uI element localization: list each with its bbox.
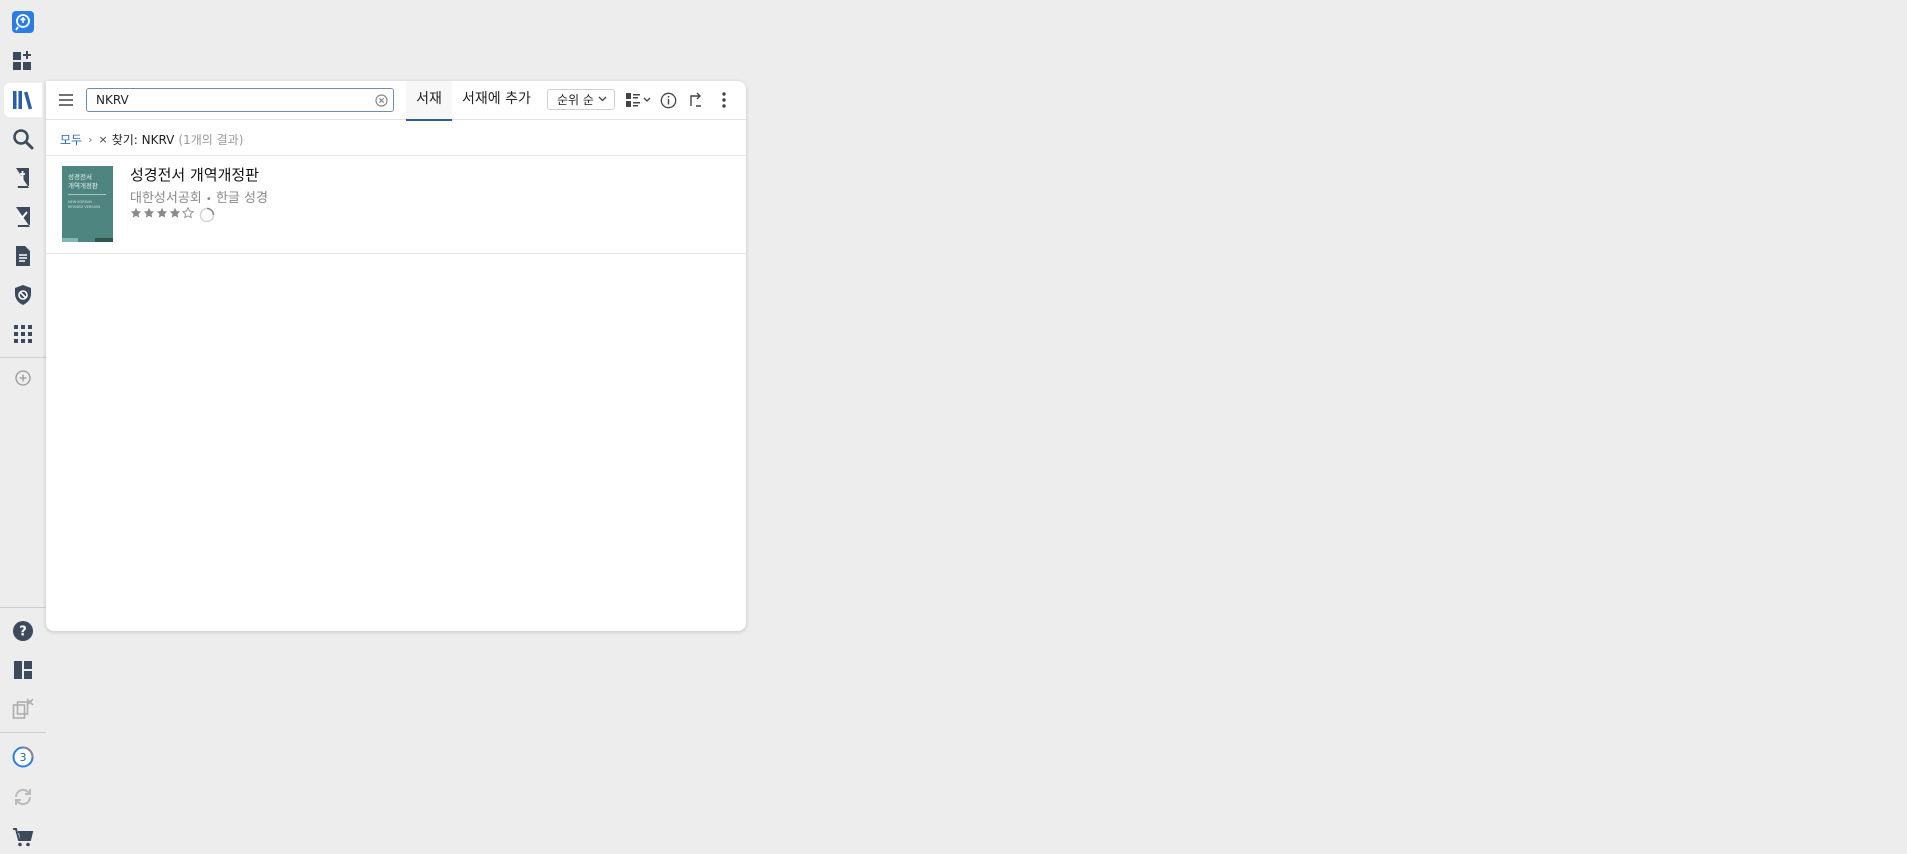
star-rating[interactable]: [130, 207, 194, 219]
book-title[interactable]: 성경전서 개역개정판: [130, 164, 259, 185]
apps-icon[interactable]: [11, 322, 35, 346]
notifications-icon[interactable]: 3: [11, 745, 35, 769]
breadcrumb-all[interactable]: 모두: [60, 131, 82, 148]
panel-toolbar: 서재 서재에 추가 순위 순: [46, 81, 746, 121]
bible-icon[interactable]: [11, 166, 35, 190]
library-icon[interactable]: [11, 88, 35, 112]
star-filled-icon[interactable]: [156, 207, 168, 219]
sync-icon[interactable]: [11, 785, 35, 809]
chevron-down-icon: [598, 96, 607, 102]
reading-plan-icon[interactable]: [11, 205, 35, 229]
clear-search-icon[interactable]: [373, 92, 389, 108]
left-sidebar: ? 3: [0, 0, 46, 854]
tab-library[interactable]: 서재: [406, 81, 452, 121]
sidebar-divider-2: [0, 732, 46, 733]
menu-icon[interactable]: [56, 90, 76, 110]
sort-label: 순위 순: [557, 93, 594, 107]
star-filled-icon[interactable]: [143, 207, 155, 219]
document-icon[interactable]: [11, 244, 35, 268]
add-circle-icon[interactable]: [11, 366, 35, 390]
shield-icon[interactable]: [11, 283, 35, 307]
tab-add-to-library[interactable]: 서재에 추가: [462, 81, 531, 119]
remove-filter-icon[interactable]: ×: [99, 133, 108, 146]
view-mode-icon[interactable]: [624, 90, 654, 110]
breadcrumb: 모두 › × 찾기: NKRV (1개의 결과): [60, 131, 243, 148]
layout-add-icon[interactable]: [11, 49, 35, 73]
star-filled-icon[interactable]: [169, 207, 181, 219]
cover-title-line1: 성경전서: [68, 173, 92, 181]
book-meta: 대한성서공회 • 한글 성경: [130, 187, 268, 206]
book-publisher: 대한성서공회: [130, 191, 202, 206]
cover-subtitle-line2: REVISED VERSION: [68, 205, 100, 209]
layouts-icon[interactable]: [11, 658, 35, 682]
book-type: 한글 성경: [215, 191, 268, 206]
help-icon[interactable]: ?: [11, 619, 35, 643]
sidebar-divider-bottom: [0, 607, 46, 608]
result-count: (1개의 결과): [178, 133, 244, 147]
cart-icon[interactable]: [11, 825, 35, 849]
cover-title-line2: 개역개정판: [68, 182, 98, 190]
link-panel-icon[interactable]: [685, 90, 707, 110]
star-empty-icon[interactable]: [182, 207, 194, 219]
search-box: [86, 88, 394, 112]
close-panels-icon[interactable]: [11, 697, 35, 721]
notification-count: 3: [20, 751, 27, 764]
sidebar-divider: [0, 357, 46, 358]
sort-dropdown[interactable]: 순위 순: [547, 89, 615, 110]
search-icon[interactable]: [11, 127, 35, 151]
library-panel: 서재 서재에 추가 순위 순 모두 › × 찾기: NKRV (1개의 결과) …: [46, 81, 746, 631]
list-item[interactable]: 성경전서 개역개정판 NEW KOREAN REVISED VERSION 성경전서…: [46, 156, 746, 254]
meta-separator: •: [205, 194, 212, 205]
guide-icon[interactable]: [11, 10, 35, 34]
more-options-icon[interactable]: [713, 90, 735, 110]
svg-text:?: ?: [19, 625, 27, 640]
cover-subtitle-line1: NEW KOREAN: [68, 200, 92, 204]
star-filled-icon[interactable]: [130, 207, 142, 219]
loading-spinner-icon: [199, 207, 215, 223]
breadcrumb-separator-icon: ›: [88, 133, 93, 146]
book-cover: 성경전서 개역개정판 NEW KOREAN REVISED VERSION: [62, 166, 113, 242]
info-icon[interactable]: [657, 90, 679, 110]
search-input[interactable]: [96, 91, 366, 109]
breadcrumb-filter: 찾기: NKRV: [111, 133, 175, 147]
